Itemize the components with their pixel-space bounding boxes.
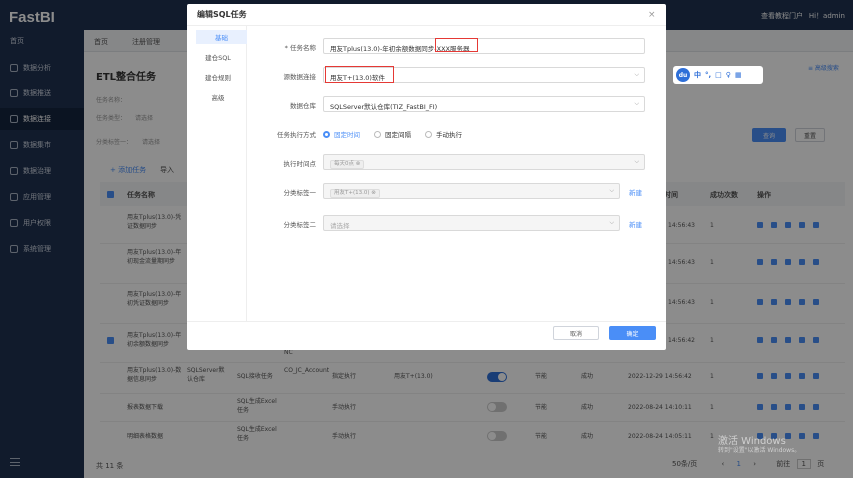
task-name-label: * 任务名称: [284, 44, 316, 52]
ime-logo-icon[interactable]: du: [676, 68, 690, 82]
divider: [187, 321, 666, 322]
new-tag2-link[interactable]: 新建: [629, 219, 642, 229]
nav-build-rules[interactable]: 建仓规则: [190, 70, 246, 84]
radio-label: 固定间隔: [385, 131, 411, 139]
keyboard-icon[interactable]: □: [715, 71, 722, 79]
tag1-select[interactable]: 用友T+(13.0) ⊗ ⌵: [323, 183, 620, 199]
nav-build-sql[interactable]: 建仓SQL: [190, 50, 246, 64]
warehouse-label: 数据仓库: [290, 102, 316, 110]
divider: [187, 25, 666, 26]
nav-advanced[interactable]: 高级: [190, 90, 246, 104]
tag2-label: 分类标签二: [283, 221, 317, 229]
tag2-select[interactable]: 请选择 ⌵: [323, 215, 620, 231]
exec-mode-radio-group: 固定时间 固定间隔 手动执行: [323, 129, 462, 139]
radio-circle-icon: [323, 130, 330, 138]
radio-circle-icon: [425, 130, 432, 138]
radio-fixed-interval[interactable]: 固定间隔: [374, 129, 411, 139]
chevron-down-icon: ⌵: [634, 100, 639, 107]
task-name-input[interactable]: 用友Tplus(13.0)-年初余额数据同步-XXX服务器: [323, 38, 645, 54]
radio-circle-icon: [374, 130, 381, 138]
chevron-down-icon: ⌵: [609, 219, 614, 226]
chevron-down-icon: ⌵: [634, 71, 639, 78]
chevron-down-icon: ⌵: [609, 187, 614, 194]
tag1-chip-label: 用友T+(13.0): [334, 190, 370, 196]
exec-mode-label: 任务执行方式: [277, 131, 316, 139]
grid-icon[interactable]: ▦: [735, 71, 742, 79]
radio-label: 固定时间: [334, 131, 360, 139]
exec-time-select[interactable]: 每天0点 ⊗ ⌵: [323, 154, 645, 170]
dialog-title: 编辑SQL任务: [197, 10, 247, 19]
source-connection-label: 源数据连接: [283, 73, 317, 81]
user-icon[interactable]: ♀: [726, 71, 731, 79]
tag1-label: 分类标签一: [283, 189, 317, 197]
punctuation-icon[interactable]: °,: [705, 71, 711, 79]
tag2-placeholder: 请选择: [330, 222, 350, 230]
exec-time-label: 执行时间点: [283, 160, 317, 168]
radio-manual[interactable]: 手动执行: [425, 129, 462, 139]
cancel-button[interactable]: 取消: [553, 326, 599, 340]
language-toggle[interactable]: 中: [694, 70, 701, 80]
ime-toolbar: du 中 °, □ ♀ ▦: [673, 66, 763, 84]
tag1-chip: 用友T+(13.0) ⊗: [330, 189, 380, 198]
highlight-box: [435, 38, 478, 52]
warehouse-select[interactable]: SQLServer默认仓库(TIZ_FastBI_FI) ⌵: [323, 96, 645, 112]
radio-label: 手动执行: [436, 131, 462, 139]
highlight-box: [325, 66, 394, 83]
time-chip-label: 每天0点: [334, 161, 354, 167]
chevron-down-icon: ⌵: [634, 158, 639, 165]
radio-fixed-time[interactable]: 固定时间: [323, 129, 360, 139]
new-tag1-link[interactable]: 新建: [629, 187, 642, 197]
close-icon[interactable]: ×: [648, 10, 656, 20]
nav-basic[interactable]: 基础: [196, 30, 247, 44]
warehouse-value: SQLServer默认仓库(TIZ_FastBI_FI): [330, 103, 438, 111]
confirm-button[interactable]: 确定: [609, 326, 656, 340]
time-chip: 每天0点 ⊗: [330, 160, 365, 169]
activation-watermark-sub: 转到"设置"以激活 Windows。: [718, 447, 801, 454]
edit-sql-task-dialog: [187, 4, 666, 350]
